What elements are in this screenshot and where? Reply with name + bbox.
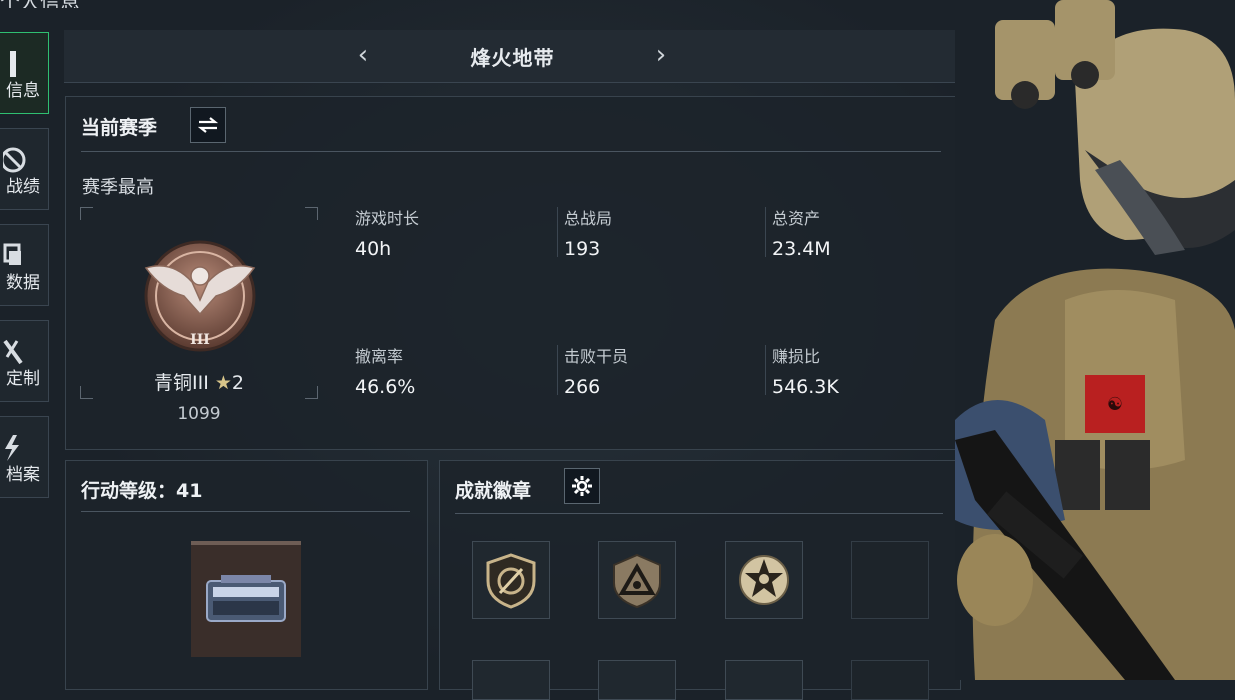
star-icon: ★ (214, 372, 232, 394)
sidebar-item-record[interactable]: 战绩 (0, 128, 49, 210)
rank-stars: 2 (231, 372, 244, 394)
svg-text:☯: ☯ (1107, 394, 1123, 415)
gear-icon[interactable] (564, 468, 600, 504)
stat-separator (557, 207, 558, 257)
divider (81, 151, 941, 152)
chevron-right-icon[interactable]: › (646, 40, 676, 70)
empty-badge-slot[interactable] (472, 660, 550, 700)
divider (455, 513, 943, 514)
action-level-title: 行动等级：41 (81, 480, 203, 502)
stat-label: 游戏时长 (355, 209, 420, 228)
sidebar-item-label: 战绩 (6, 177, 40, 197)
mode-header: ‹ 烽火地带 › (64, 30, 961, 83)
stat-label: 击败干员 (564, 347, 629, 366)
sidebar-item-data[interactable]: 数据 (0, 224, 49, 306)
sidebar-item-customize[interactable]: 定制 (0, 320, 49, 402)
mode-title: 烽火地带 (470, 46, 555, 70)
empty-badge-slot[interactable] (851, 660, 929, 700)
sidebar-item-label: 档案 (6, 465, 40, 485)
sidebar-item-label: 定制 (6, 369, 40, 389)
skull-star-badge-icon[interactable] (725, 541, 803, 619)
triangle-badge-icon[interactable] (598, 541, 676, 619)
empty-badge-slot[interactable] (851, 541, 929, 619)
sidebar-item-label: 信息 (6, 81, 40, 101)
sidebar-item-archive[interactable]: 档案 (0, 416, 49, 498)
stat-separator (765, 207, 766, 257)
stat-label: 撤离率 (355, 347, 404, 366)
divider (81, 511, 410, 512)
stat-value: 46.6% (355, 376, 416, 398)
operator-character: ☯ (955, 0, 1235, 680)
action-level-card[interactable] (191, 541, 301, 657)
sidebar-item-info[interactable]: 信息 (0, 32, 49, 114)
season-title: 当前赛季 (81, 117, 158, 139)
achievements-title: 成就徽章 (455, 480, 532, 502)
rank-emblem: III (142, 230, 258, 356)
gear-case-icon (206, 575, 286, 622)
stat-value: 193 (564, 238, 601, 260)
sidebar-item-label: 数据 (6, 273, 40, 293)
empty-badge-slot[interactable] (598, 660, 676, 700)
stat-value: 546.3K (772, 376, 839, 398)
rank-name: 青铜III (154, 372, 209, 394)
page-title: 个人信息 (0, 0, 300, 8)
rank-score: 1099 (177, 404, 221, 424)
stat-separator (765, 345, 766, 395)
stat-label: 总战局 (564, 209, 613, 228)
stat-value: 266 (564, 376, 601, 398)
stat-label: 赚损比 (772, 347, 821, 366)
stat-separator (557, 345, 558, 395)
season-subtitle: 赛季最高 (82, 177, 154, 198)
swap-icon[interactable] (190, 107, 226, 143)
stat-value: 40h (355, 238, 392, 260)
compass-badge-icon[interactable] (472, 541, 550, 619)
rank-name-row: 青铜III ★2 (80, 368, 318, 395)
svg-text:III: III (190, 332, 210, 348)
empty-badge-slot[interactable] (725, 660, 803, 700)
stat-value: 23.4M (772, 238, 831, 260)
stat-label: 总资产 (772, 209, 821, 228)
